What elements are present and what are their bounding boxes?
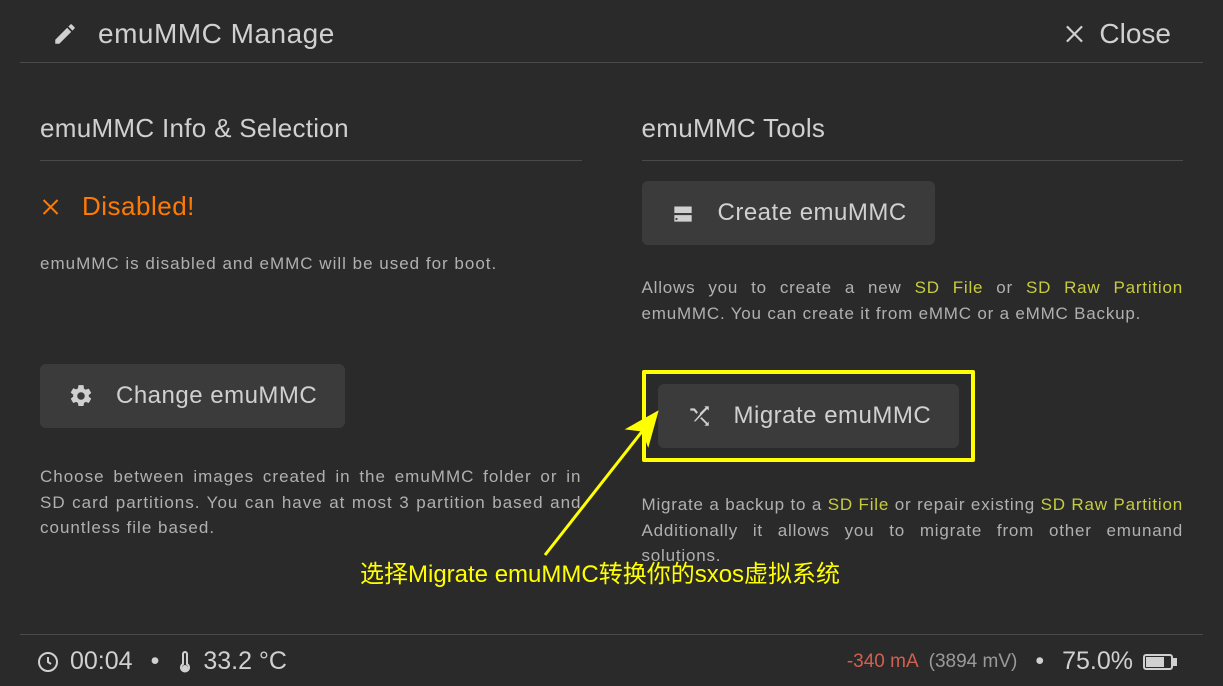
footer: 00:04 33.2 °C -340 mA (3894 mV) 75.0%	[20, 634, 1203, 686]
right-column: emuMMC Tools Create emuMMC Allows you to…	[642, 113, 1184, 569]
txt: or repair existing	[889, 495, 1040, 514]
temp: 33.2 °C	[203, 647, 287, 676]
txt: Migrate a backup to a	[642, 495, 828, 514]
hl: SD File	[828, 495, 889, 514]
create-emummc-button[interactable]: Create emuMMC	[642, 181, 935, 245]
right-title: emuMMC Tools	[642, 113, 1184, 161]
battery-icon	[1143, 652, 1177, 672]
create-emummc-label: Create emuMMC	[718, 199, 907, 227]
drive-icon	[670, 200, 696, 226]
create-desc: Allows you to create a new SD File or SD…	[642, 275, 1184, 326]
migrate-emummc-label: Migrate emuMMC	[734, 402, 932, 430]
thermometer-icon	[177, 649, 193, 675]
dot	[143, 647, 168, 676]
change-desc: Choose between images created in the emu…	[40, 464, 582, 541]
txt: Allows you to create a new	[642, 278, 915, 297]
status-label: Disabled!	[82, 191, 195, 222]
txt: emuMMC. You can create it from eMMC or a…	[642, 304, 1142, 323]
highlight-box: Migrate emuMMC	[642, 370, 976, 462]
status-row: Disabled!	[40, 191, 582, 222]
header: emuMMC Manage Close	[20, 0, 1203, 63]
change-emummc-label: Change emuMMC	[116, 382, 317, 410]
page-title: emuMMC Manage	[98, 18, 335, 50]
hl: SD Raw Partition	[1026, 278, 1183, 297]
battery-pct: 75.0%	[1062, 647, 1133, 676]
clock-icon	[36, 650, 60, 674]
time: 00:04	[70, 647, 133, 676]
voltage: (3894 mV)	[929, 651, 1018, 673]
change-emummc-button[interactable]: Change emuMMC	[40, 364, 345, 428]
footer-left: 00:04 33.2 °C	[36, 647, 297, 676]
close-icon	[1063, 21, 1089, 47]
migrate-emummc-button[interactable]: Migrate emuMMC	[658, 384, 960, 448]
close-label: Close	[1099, 18, 1171, 50]
main-columns: emuMMC Info & Selection Disabled! emuMMC…	[0, 63, 1223, 569]
status-desc: emuMMC is disabled and eMMC will be used…	[40, 254, 582, 274]
header-left: emuMMC Manage	[52, 18, 335, 50]
pencil-icon	[52, 21, 78, 47]
gear-icon	[68, 383, 94, 409]
close-button[interactable]: Close	[1063, 18, 1171, 50]
shuffle-icon	[686, 403, 712, 429]
hl: SD File	[915, 278, 984, 297]
txt: or	[983, 278, 1026, 297]
x-icon	[40, 195, 64, 219]
dot	[1027, 647, 1052, 676]
footer-right: -340 mA (3894 mV) 75.0%	[847, 647, 1187, 676]
current: -340 mA	[847, 651, 919, 673]
annotation-text: 选择Migrate emuMMC转换你的sxos虚拟系统	[360, 554, 840, 589]
hl: SD Raw Partition	[1041, 495, 1183, 514]
left-column: emuMMC Info & Selection Disabled! emuMMC…	[40, 113, 582, 569]
left-title: emuMMC Info & Selection	[40, 113, 582, 161]
